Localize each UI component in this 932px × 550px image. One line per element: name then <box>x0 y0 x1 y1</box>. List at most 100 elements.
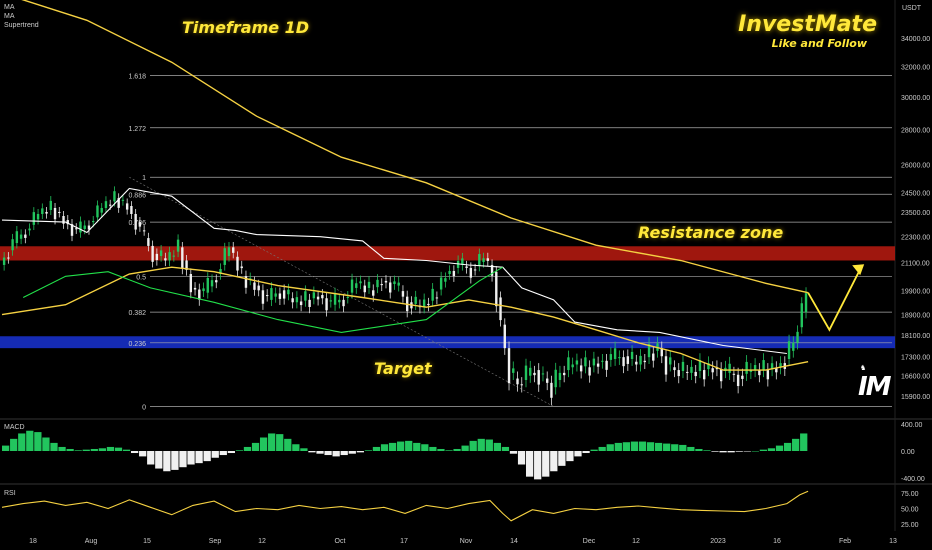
macd-bar <box>437 448 445 451</box>
candle-body <box>227 247 231 257</box>
candle-body <box>516 378 519 385</box>
candle-body <box>295 297 299 303</box>
macd-bar <box>364 450 373 451</box>
fibonacci-levels: 1.618 1.272 1 0.886 0.786 0.5 0.382 0.236 0 <box>128 73 892 411</box>
macd-bar <box>2 445 10 451</box>
candle-body <box>121 199 125 201</box>
candle-body <box>325 298 328 311</box>
macd-bar <box>751 451 759 452</box>
price-tick-label: 17300.00 <box>901 354 930 361</box>
timeframe-annotation: Timeframe 1D <box>182 18 310 37</box>
macd-bar <box>163 451 171 472</box>
candle-body <box>206 277 209 293</box>
candle-body <box>329 300 333 302</box>
candle-body <box>11 239 14 251</box>
price-tick-label: 34000.00 <box>901 36 930 43</box>
candle-body <box>134 213 137 230</box>
candle-body <box>138 222 142 227</box>
candle-body <box>643 360 646 363</box>
macd-bar <box>50 442 58 451</box>
candle-body <box>2 257 6 265</box>
price-axis-unit: USDT <box>902 5 922 12</box>
price-tick-label: 18900.00 <box>901 313 930 320</box>
candle-body <box>439 277 443 290</box>
candle-body <box>652 353 655 361</box>
candle-body <box>142 230 146 232</box>
macd-bar <box>348 451 356 454</box>
candle-body <box>732 373 736 375</box>
macd-bar <box>574 451 582 457</box>
macd-bar <box>735 451 743 452</box>
macd-bar <box>469 440 477 451</box>
time-tick-label: Feb <box>839 538 851 545</box>
candle-body <box>36 213 40 220</box>
macd-label: MACD <box>4 424 25 431</box>
time-tick-label: 14 <box>510 538 518 545</box>
macd-bar <box>18 433 26 451</box>
candle-body <box>367 281 371 288</box>
indicator-ma-label[interactable]: MA <box>4 3 15 12</box>
candle-body <box>151 245 154 262</box>
candle-body <box>257 285 260 291</box>
macd-bar <box>590 449 598 451</box>
macd-bar <box>340 451 348 456</box>
candle-body <box>45 211 48 214</box>
time-tick-label: Nov <box>460 538 473 545</box>
candle-body <box>168 252 171 261</box>
macd-bar <box>82 449 90 451</box>
rsi-panel: RSI 75.00 50.00 25.00 <box>1 490 919 529</box>
price-tick-label: 24500.00 <box>901 190 930 197</box>
candle-body <box>431 288 434 301</box>
candle-body <box>736 374 740 387</box>
candle-body <box>181 247 184 269</box>
macd-bar <box>300 448 308 451</box>
price-tick-label: 16600.00 <box>901 374 930 381</box>
macd-bar <box>26 430 34 451</box>
candle-body <box>452 270 456 277</box>
rsi-tick-label: 75.00 <box>901 491 919 498</box>
candle-body <box>702 370 706 380</box>
candle-body <box>401 291 405 297</box>
indicator-supertrend-label[interactable]: Supertrend <box>4 21 39 30</box>
brand-subtitle: Like and Follow <box>771 37 867 50</box>
candle-body <box>792 342 795 351</box>
macd-bar <box>550 451 558 472</box>
candle-body <box>291 298 294 303</box>
candle-body <box>372 290 375 296</box>
macd-bar <box>671 444 679 451</box>
candle-body <box>376 279 379 288</box>
candle-body <box>282 290 286 299</box>
candle-body <box>172 255 176 257</box>
candle-body <box>346 296 349 298</box>
candle-body <box>448 270 451 275</box>
macd-bar <box>606 444 614 451</box>
price-tick-label: 32000.00 <box>901 65 930 72</box>
candle-body <box>677 370 680 377</box>
price-chart[interactable]: 1.618 1.272 1 0.886 0.786 0.5 0.382 0.236 0 MACD… <box>0 0 932 550</box>
macd-bar <box>703 450 711 451</box>
candle-body <box>681 361 685 372</box>
candle-body <box>83 225 86 229</box>
macd-bar <box>227 451 235 454</box>
macd-bar <box>235 450 244 451</box>
candle-body <box>465 266 468 268</box>
macd-bar <box>74 450 82 451</box>
time-tick-label: Oct <box>335 538 346 545</box>
candle-body <box>473 269 477 271</box>
macd-bar <box>155 451 163 469</box>
candle-body <box>108 204 112 206</box>
macd-bar <box>259 437 268 451</box>
zone-0 <box>0 246 895 261</box>
candle-body <box>444 278 447 282</box>
macd-bar <box>58 446 66 451</box>
macd-bar <box>630 441 639 451</box>
candle-body <box>686 371 689 373</box>
macd-bar <box>727 451 735 453</box>
macd-bar <box>122 449 131 451</box>
candle-body <box>189 274 193 293</box>
candle-body <box>100 207 103 213</box>
indicator-ma2-label[interactable]: MA <box>4 12 15 21</box>
fib-label: 0.886 <box>128 192 146 199</box>
candle-body <box>787 341 791 359</box>
candle-body <box>75 228 78 230</box>
